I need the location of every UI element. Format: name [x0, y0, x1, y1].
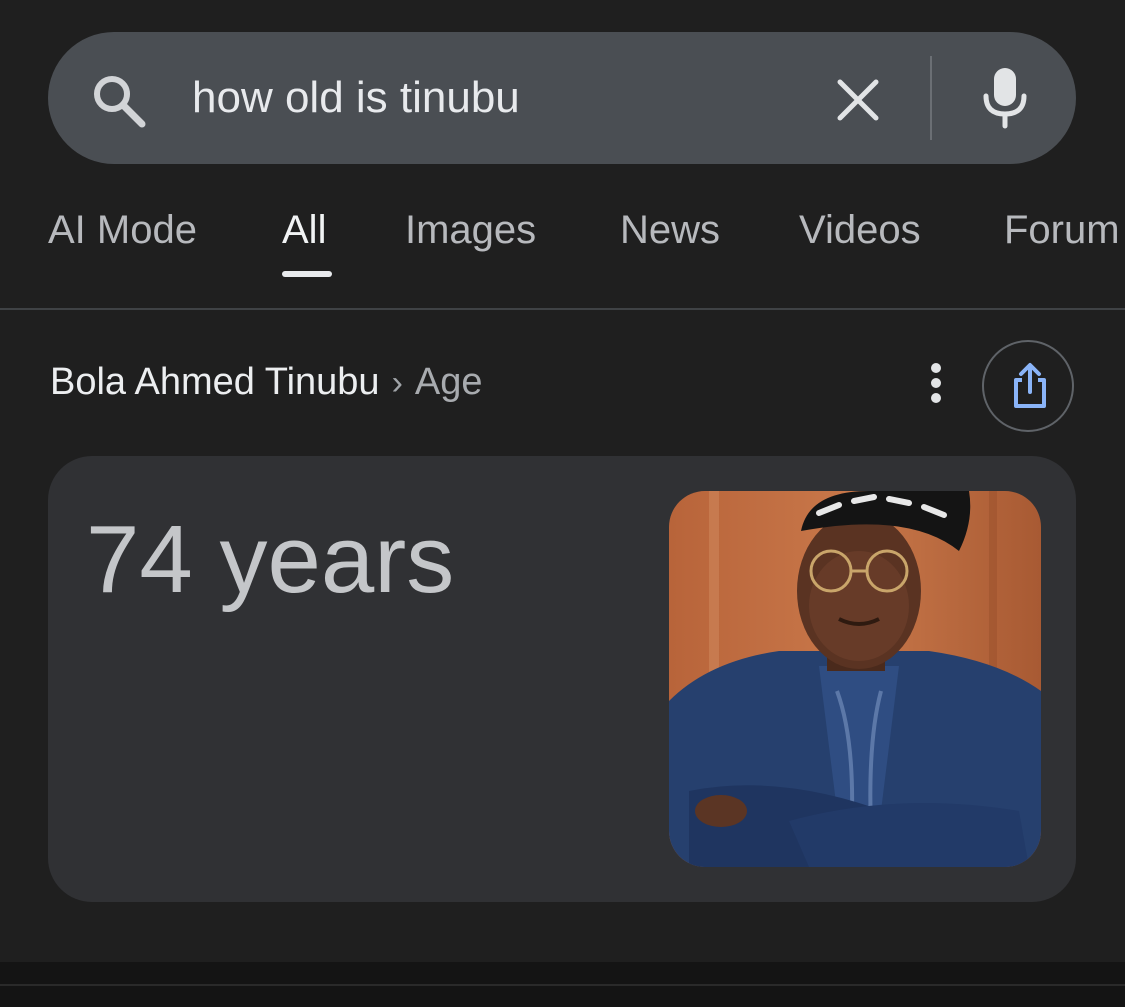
tab-news[interactable]: News: [620, 208, 720, 253]
bottom-divider: [0, 984, 1125, 986]
entity-portrait-image[interactable]: [669, 491, 1041, 867]
breadcrumb-entity[interactable]: Bola Ahmed Tinubu: [50, 361, 380, 403]
breadcrumb-separator: ›: [391, 364, 403, 402]
search-bar-divider: [930, 56, 932, 140]
breadcrumb-attribute: Age: [414, 361, 483, 403]
portrait-illustration: [669, 491, 1041, 867]
more-vert-icon[interactable]: [918, 358, 954, 408]
tab-all[interactable]: All: [282, 208, 326, 253]
answer-value: 74 years: [86, 506, 455, 613]
share-icon: [1014, 363, 1046, 408]
mic-icon[interactable]: [974, 64, 1036, 130]
search-icon[interactable]: [88, 70, 148, 130]
active-tab-indicator: [282, 271, 332, 277]
tab-forum[interactable]: Forum: [1004, 208, 1120, 253]
tab-videos[interactable]: Videos: [799, 208, 921, 253]
search-tabs: AI Mode All Images News Videos Forum: [0, 200, 1125, 280]
tab-ai-mode[interactable]: AI Mode: [48, 208, 197, 253]
tab-images[interactable]: Images: [405, 208, 536, 253]
close-icon[interactable]: [826, 68, 890, 132]
tabs-divider: [0, 308, 1125, 310]
search-input[interactable]: how old is tinubu: [192, 68, 520, 128]
share-button[interactable]: [982, 340, 1074, 432]
breadcrumb: Bola Ahmed Tinubu › Age: [50, 356, 483, 408]
